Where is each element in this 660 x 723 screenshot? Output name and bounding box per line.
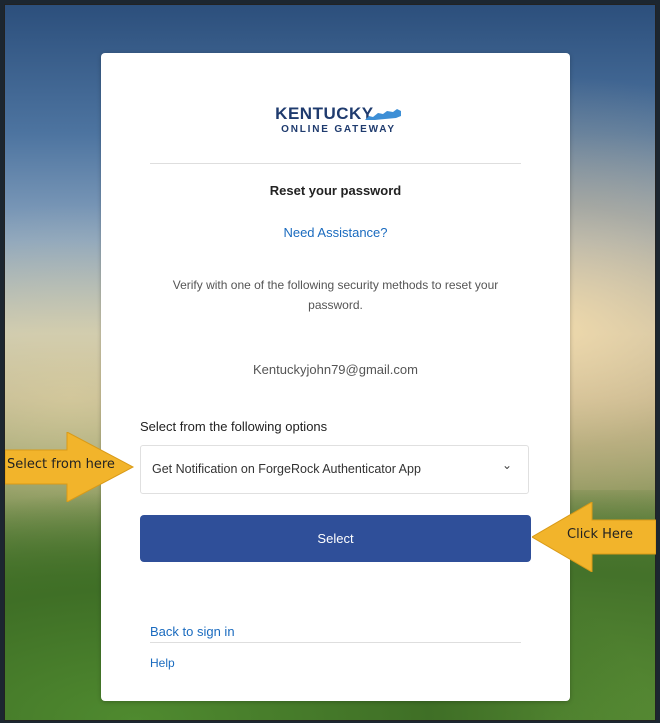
- select-value: Get Notification on ForgeRock Authentica…: [152, 462, 421, 476]
- chevron-down-icon: ⌄: [501, 458, 512, 472]
- help-link[interactable]: Help: [150, 656, 175, 670]
- select-button[interactable]: Select: [140, 515, 531, 562]
- instructions-text: Verify with one of the following securit…: [172, 278, 499, 312]
- security-method-select[interactable]: Get Notification on ForgeRock Authentica…: [140, 445, 529, 494]
- footer-divider: [150, 642, 521, 643]
- kentucky-state-shape-icon: [365, 109, 402, 120]
- kentucky-online-gateway-logo: KENTUCKY ONLINE GATEWAY: [101, 105, 570, 137]
- back-to-sign-in-link[interactable]: Back to sign in: [150, 624, 235, 639]
- background-frame: KENTUCKY ONLINE GATEWAY Reset your passw…: [4, 4, 656, 721]
- select-from-here-label: Select from here: [7, 457, 115, 472]
- reset-password-card: KENTUCKY ONLINE GATEWAY Reset your passw…: [101, 53, 570, 701]
- account-email: Kentuckyjohn79@gmail.com: [253, 362, 418, 377]
- need-assistance-link[interactable]: Need Assistance?: [101, 225, 570, 240]
- options-label: Select from the following options: [140, 419, 328, 434]
- header-divider: [150, 163, 521, 164]
- page-title: Reset your password: [269, 183, 402, 198]
- logo-line2: ONLINE GATEWAY: [281, 124, 396, 135]
- click-here-label: Click Here: [567, 527, 633, 542]
